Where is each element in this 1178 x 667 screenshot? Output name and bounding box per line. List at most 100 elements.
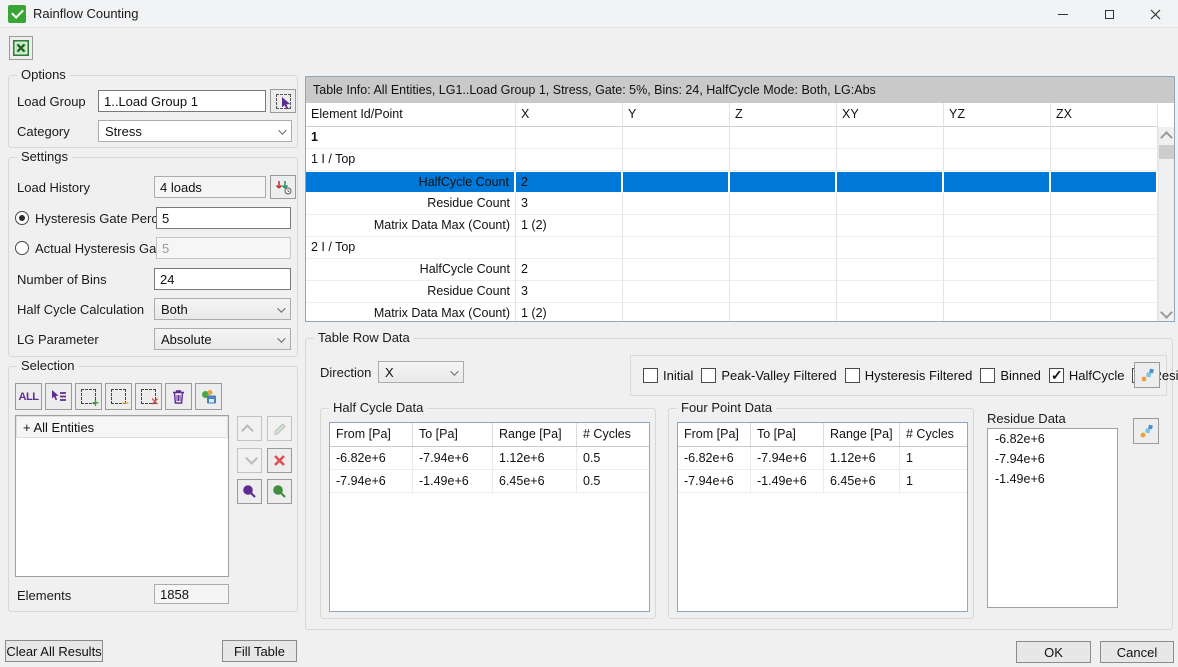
table-row[interactable]: 1 I / Top [306,149,1158,171]
filter-hysteresis-filtered[interactable]: Hysteresis Filtered [845,368,973,383]
options-group-label: Options [17,67,70,82]
lg-parameter-value: Absolute [161,332,212,347]
filter-peak-valley-filtered[interactable]: Peak-Valley Filtered [701,368,836,383]
cell [1051,171,1158,193]
filter-initial[interactable]: Initial [643,368,693,383]
half-cycle-data-label: Half Cycle Data [329,400,427,415]
cell [516,127,623,149]
cell: -7.94e+6 [413,447,493,470]
filter-halfcycle[interactable]: HalfCycle [1049,368,1125,383]
lg-parameter-select[interactable]: Absolute [154,328,291,350]
column-header[interactable]: X [516,103,623,127]
column-header[interactable]: Y [623,103,730,127]
maximize-button[interactable] [1086,0,1132,28]
cell [730,215,837,237]
table-row[interactable]: Residue Count 3 [306,193,1158,215]
cancel-button[interactable]: Cancel [1100,641,1174,663]
table-row[interactable]: HalfCycle Count 2 [306,259,1158,281]
hysteresis-gate-percent-input[interactable] [156,207,291,229]
half-cycle-calculation-select[interactable]: Both [154,298,291,320]
residue-list[interactable]: -6.82e+6 -7.94e+6 -1.49e+6 [987,428,1118,608]
plot-residue-button[interactable] [1133,418,1159,444]
table-row[interactable]: 2 I / Top [306,237,1158,259]
list-item[interactable]: + All Entities [16,416,228,438]
table-row[interactable]: Matrix Data Max (Count) 1 (2) [306,303,1158,322]
category-select[interactable]: Stress [98,120,292,142]
actual-hysteresis-gate-radio[interactable] [15,241,29,255]
fill-table-button[interactable]: Fill Table [222,640,297,662]
load-group-label: Load Group [17,94,86,109]
close-button[interactable] [1132,0,1178,28]
scrollbar-thumb[interactable] [1159,145,1174,159]
half-cycle-table[interactable]: From [Pa] To [Pa] Range [Pa] # Cycles -6… [329,422,650,612]
column-header: From [Pa] [330,423,413,446]
zoom-fit-button[interactable] [267,479,292,504]
chevron-down-icon [245,452,258,465]
remove-item-button[interactable] [267,448,292,473]
column-header[interactable]: Element Id/Point [306,103,516,127]
vertical-scrollbar[interactable] [1158,127,1174,322]
load-history-field[interactable] [154,176,266,198]
table-row[interactable]: -7.94e+6 -1.49e+6 6.45e+6 1 [678,470,967,493]
four-point-table[interactable]: From [Pa] To [Pa] Range [Pa] # Cycles -6… [677,422,968,612]
add-to-selection-button[interactable]: + [75,383,102,410]
cell [944,303,1051,322]
move-up-button[interactable] [237,416,262,441]
row-label-cell: HalfCycle Count [306,259,516,281]
table-row[interactable]: 1 [306,127,1158,149]
column-header[interactable]: Z [730,103,837,127]
residue-value: -7.94e+6 [988,449,1117,469]
column-header[interactable]: YZ [944,103,1051,127]
column-header: To [Pa] [413,423,493,446]
cell: 1.12e+6 [493,447,577,470]
checkbox [1049,368,1064,383]
table-row[interactable]: -6.82e+6 -7.94e+6 1.12e+6 0.5 [330,447,649,470]
load-group-picker-button[interactable] [270,89,296,113]
minimize-button[interactable] [1040,0,1086,28]
clear-selection-button[interactable] [165,383,192,410]
four-point-data-group: Four Point Data From [Pa] To [Pa] Range … [668,408,974,619]
table-row-selected[interactable]: HalfCycle Count 2 [306,171,1158,193]
cell [623,215,730,237]
table-row[interactable]: Residue Count 3 [306,281,1158,303]
load-group-input[interactable] [98,90,266,112]
hysteresis-gate-percent-radio[interactable] [15,211,29,225]
edit-button[interactable] [267,416,292,441]
cell-x: 1 (2) [516,215,623,237]
select-all-button[interactable]: ALL [15,383,42,410]
cell [837,259,944,281]
selection-list[interactable]: + All Entities [15,415,229,577]
cell: 6.45e+6 [493,470,577,493]
number-of-bins-input[interactable] [154,268,291,290]
column-header[interactable]: XY [837,103,944,127]
direction-select[interactable]: X [378,361,464,383]
cell-x: 3 [516,193,623,215]
column-header[interactable]: ZX [1051,103,1158,127]
export-excel-button[interactable] [9,36,33,60]
table-row[interactable]: Matrix Data Max (Count) 1 (2) [306,215,1158,237]
plot-filtered-data-button[interactable] [1134,362,1160,388]
table-row[interactable]: -6.82e+6 -7.94e+6 1.12e+6 1 [678,447,967,470]
delete-selection-button[interactable]: ✕ [135,383,162,410]
clear-all-results-button[interactable]: Clear All Results [5,640,103,662]
cell [944,171,1051,193]
row-label-cell: Residue Count [306,193,516,215]
table-row[interactable]: -7.94e+6 -1.49e+6 6.45e+6 0.5 [330,470,649,493]
zoom-selection-button[interactable] [237,479,262,504]
cursor-list-icon [51,390,67,404]
column-header: Range [Pa] [824,423,900,446]
ok-button[interactable]: OK [1016,641,1091,663]
pick-from-list-button[interactable] [45,383,72,410]
maximize-icon [1105,10,1114,19]
move-down-button[interactable] [237,448,262,473]
save-selection-button[interactable] [195,383,222,410]
filter-binned[interactable]: Binned [980,368,1040,383]
cell [837,127,944,149]
scroll-down-icon [1160,306,1173,319]
remove-from-selection-button[interactable]: − [105,383,132,410]
row-label-cell: 2 I / Top [306,237,516,259]
remove-selection-icon: − [111,389,126,404]
load-history-edit-button[interactable] [270,175,296,199]
cell: 1.12e+6 [824,447,900,470]
filter-label: Initial [663,368,693,383]
